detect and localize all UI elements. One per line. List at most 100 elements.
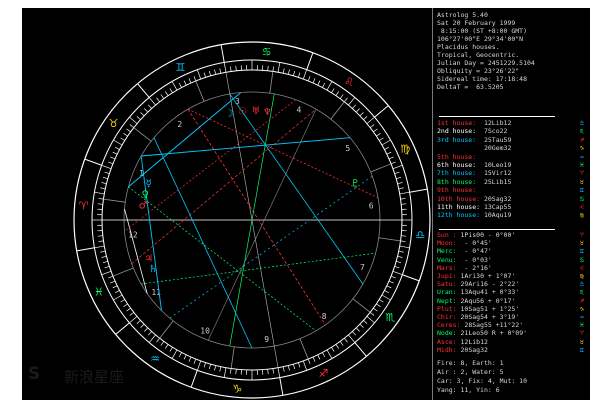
planet-sign-icon: ♈ <box>579 329 584 338</box>
degree-tick <box>390 275 396 279</box>
degree-tick <box>331 88 335 93</box>
planet-sign-icon: ♋ <box>579 255 584 264</box>
sign-divider <box>137 83 150 98</box>
element-count-line: Car: 3, Fix: 4, Mut: 10 <box>437 377 528 385</box>
zodiac-sign-icon: ♌ <box>344 76 354 89</box>
house-cusp-line <box>269 71 274 94</box>
degree-tick <box>390 161 396 165</box>
degree-tick <box>165 91 169 96</box>
degree-tick <box>148 104 152 109</box>
sign-divider <box>84 158 102 166</box>
degree-tick <box>307 76 311 82</box>
planet-position: 13Aqu41 <box>460 288 488 297</box>
degree-tick <box>363 116 368 120</box>
header-line: Obliquity = 23°26'22" <box>437 67 520 75</box>
planet-position: 29Ari16 <box>460 280 488 289</box>
house-number: 2 <box>177 120 182 129</box>
degree-tick <box>171 81 178 91</box>
planet-speed: - 0°47' <box>464 247 492 256</box>
degree-tick <box>123 133 128 137</box>
planet-sign-icon: ♊ <box>579 345 584 354</box>
degree-tick <box>144 108 149 113</box>
planet-speed: + 1°07' <box>487 272 516 280</box>
degree-tick <box>98 198 104 200</box>
degree-tick <box>193 358 197 364</box>
degree-tick <box>129 312 135 316</box>
aspect-line <box>141 137 351 157</box>
house-label: 5th house: <box>437 152 484 161</box>
planet-label: Node: <box>437 329 457 338</box>
degree-tick <box>302 360 308 371</box>
aspect-line <box>229 93 364 285</box>
planet-label: Sun : <box>437 231 457 239</box>
degree-tick <box>363 320 368 324</box>
house-sign-icon: ♌ <box>579 203 584 211</box>
degree-tick <box>183 80 187 86</box>
house-value: 7Sco22 <box>483 127 508 136</box>
planet-glyph-icon: ♂ <box>139 201 148 212</box>
header-line: Sidereal time: 17:18:48 <box>437 75 528 83</box>
house-sign-icon: ♈ <box>579 169 584 178</box>
degree-tick <box>110 156 116 160</box>
aspect-line <box>131 108 317 265</box>
house-cusp-row: 10th house: 20Sag32 <box>437 194 512 203</box>
planet-row: Merc: - 0°47' <box>437 248 492 255</box>
degree-tick <box>379 137 384 141</box>
degree-tick <box>140 112 145 117</box>
degree-tick <box>267 65 269 71</box>
degree-tick <box>101 182 107 185</box>
planet-row: Moon: - 0°45' <box>437 240 492 247</box>
degree-tick <box>272 368 274 374</box>
header-line: Placidus houses. <box>437 43 500 51</box>
planet-glyph-icon: ☽ <box>225 108 234 119</box>
house-value: 20Gem32 <box>483 144 512 153</box>
degree-tick <box>171 349 178 359</box>
degree-tick <box>102 261 108 264</box>
degree-tick <box>373 128 378 133</box>
sign-divider <box>409 188 428 193</box>
degree-tick <box>114 146 120 150</box>
planet-speed: - 0°00' <box>487 231 516 239</box>
degree-tick <box>193 76 197 82</box>
degree-tick <box>214 69 217 75</box>
degree-tick <box>136 116 141 120</box>
planet-speed: R + 0°09' <box>491 329 528 338</box>
planet-position: 1Ari30 <box>460 272 484 280</box>
degree-tick <box>178 82 182 88</box>
zodiac-sign-icon: ♉ <box>109 117 119 130</box>
header-line: Astrolog 5.40 <box>437 11 488 19</box>
planet-glyph-icon: ♅ <box>251 106 260 117</box>
header-line: DeltaT = 63.5205 <box>437 83 504 91</box>
planet-glyph-icon: ♄ <box>149 264 158 275</box>
degree-tick <box>352 104 356 109</box>
zodiac-sign-icon: ♑ <box>232 382 242 395</box>
house-sign-icon: ♊ <box>579 186 584 195</box>
house-value: 15Vir12 <box>483 169 512 178</box>
planet-speed: - 2°22' <box>491 280 520 289</box>
planet-label: Asce: <box>437 337 457 346</box>
header-line: Julian Day = 2451229.5104 <box>437 59 535 67</box>
degree-tick <box>165 344 169 349</box>
degree-tick <box>148 331 152 336</box>
planet-glyph-icon: ♀ <box>142 189 149 200</box>
planet-label: Venu: <box>437 255 457 264</box>
house-cusp-line <box>299 338 309 360</box>
degree-tick <box>208 364 211 370</box>
degree-tick <box>394 266 400 269</box>
degree-tick <box>169 88 173 93</box>
degree-tick <box>384 146 390 150</box>
house-number: 10 <box>200 326 210 335</box>
house-cusp-line <box>352 298 371 313</box>
degree-tick <box>160 341 165 346</box>
degree-tick <box>148 334 156 343</box>
house-cusp-row: 1st house: 12Lib12 <box>437 120 511 127</box>
degree-tick <box>326 81 333 91</box>
degree-tick <box>267 369 269 375</box>
degree-tick <box>219 366 222 372</box>
degree-tick <box>110 280 116 284</box>
info-panel: Astrolog 5.40 Sat 20 February 1999 8:15:0… <box>432 8 590 400</box>
house-sign-icon: ♎ <box>579 119 584 127</box>
planet-speed: + 0°33' <box>491 288 520 297</box>
house-value: 20Sag32 <box>483 194 512 203</box>
degree-tick <box>203 72 206 78</box>
